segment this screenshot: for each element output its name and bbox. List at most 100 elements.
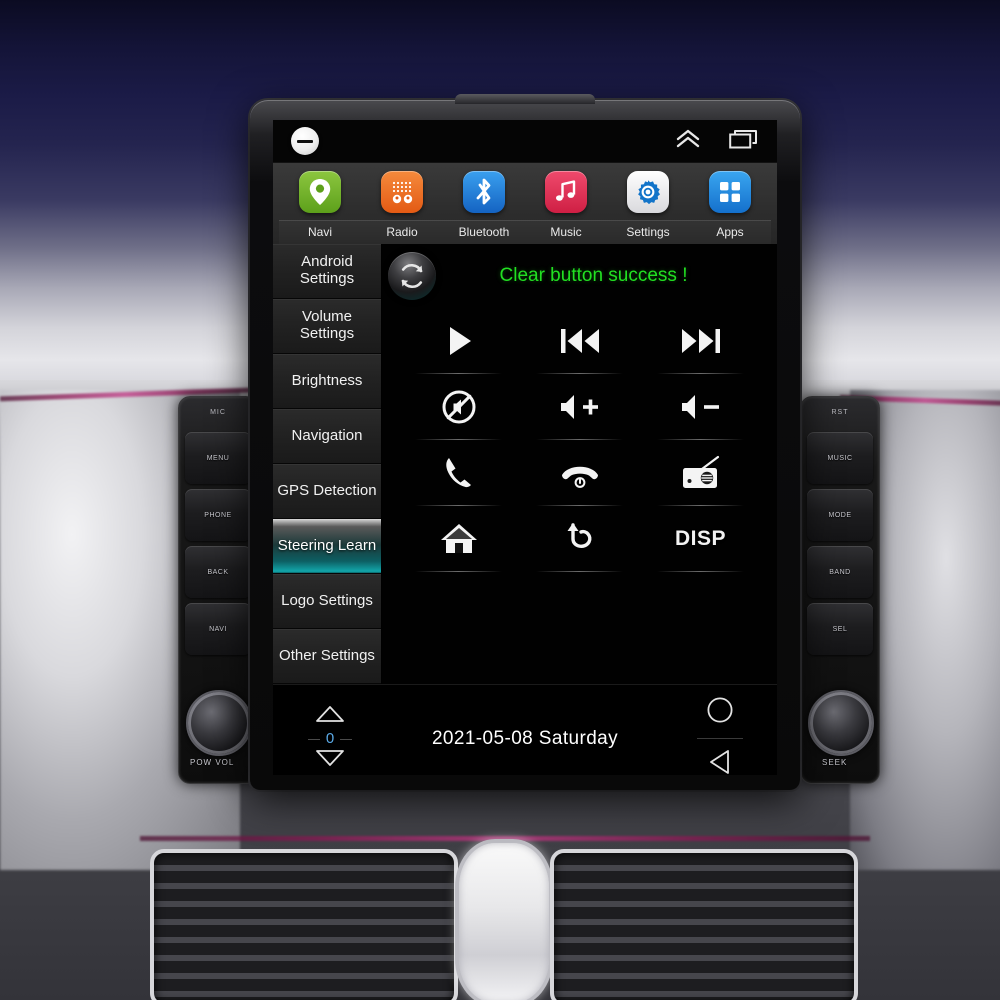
apps-icon-tile xyxy=(709,171,751,213)
hw-button-band[interactable]: BAND xyxy=(807,546,873,598)
minus-circle-icon[interactable] xyxy=(291,127,319,155)
steering-button-disp-label: DISP xyxy=(674,527,726,550)
hw-knob-seek[interactable] xyxy=(808,690,874,756)
sidebar-item-logo-settings[interactable]: Logo Settings xyxy=(273,574,381,629)
hw-button-music[interactable]: MUSIC xyxy=(807,432,873,484)
music-note-icon xyxy=(556,180,576,201)
settings-icon-tile xyxy=(627,171,669,213)
steering-button-back[interactable] xyxy=(519,506,640,572)
app-dock: Navi Radio Bluetooth Music Settings Apps xyxy=(273,162,777,244)
steering-button-disp[interactable]: DISP xyxy=(640,506,761,572)
sidebar-item-volume-settings[interactable]: Volume Settings xyxy=(273,299,381,354)
phone-hangup-icon xyxy=(561,466,598,488)
app-label-music: Music xyxy=(550,225,582,239)
hw-button-navi[interactable]: NAVI xyxy=(185,603,251,655)
value-stepper[interactable]: 0 xyxy=(295,705,365,772)
location-pin-icon xyxy=(309,179,331,205)
toast-row: Clear button success ! xyxy=(382,244,777,308)
navi-icon-tile xyxy=(299,171,341,213)
app-apps[interactable] xyxy=(692,171,768,213)
hw-knob-power-volume[interactable] xyxy=(186,690,252,756)
steering-button-grid: DISP xyxy=(382,308,777,572)
bluetooth-icon-tile xyxy=(463,171,505,213)
sidebar-item-android-settings[interactable]: Android Settings xyxy=(273,244,381,299)
gear-icon xyxy=(638,180,660,205)
steering-button-play[interactable] xyxy=(398,308,519,374)
radio-icon-tile xyxy=(381,171,423,213)
circle-home-icon[interactable] xyxy=(706,696,734,729)
next-track-icon xyxy=(681,329,720,353)
app-label-radio: Radio xyxy=(386,225,418,239)
steering-button-end-call[interactable] xyxy=(519,440,640,506)
steering-button-next[interactable] xyxy=(640,308,761,374)
hw-button-menu[interactable]: MENU xyxy=(185,432,251,484)
app-bluetooth[interactable] xyxy=(446,171,522,213)
hw-button-phone[interactable]: PHONE xyxy=(185,489,251,541)
hw-button-mode[interactable]: MODE xyxy=(807,489,873,541)
volume-up-icon xyxy=(560,395,598,419)
air-vent-left xyxy=(150,849,458,1000)
steering-button-radio[interactable] xyxy=(640,440,761,506)
app-radio[interactable] xyxy=(364,171,440,213)
steering-button-answer-call[interactable] xyxy=(398,440,519,506)
sidebar-item-gps-detection[interactable]: GPS Detection xyxy=(273,464,381,519)
double-chevron-up-icon[interactable] xyxy=(675,129,701,154)
steering-button-volume-down[interactable] xyxy=(640,374,761,440)
music-icon-tile xyxy=(545,171,587,213)
triangle-up-icon[interactable] xyxy=(315,705,345,728)
app-label-apps: Apps xyxy=(716,225,744,239)
toast-message: Clear button success ! xyxy=(499,265,688,286)
app-music[interactable] xyxy=(528,171,604,213)
settings-body: Android Settings Volume Settings Brightn… xyxy=(273,244,777,684)
steering-button-volume-up[interactable] xyxy=(519,374,640,440)
head-unit-bezel: Navi Radio Bluetooth Music Settings Apps… xyxy=(250,100,800,790)
hw-button-back[interactable]: BACK xyxy=(185,546,251,598)
app-dock-icons xyxy=(279,171,771,213)
screenshot-root: MIC MENU PHONE BACK NAVI POW VOL RST MUS… xyxy=(0,0,1000,1000)
sidebar-item-other-settings[interactable]: Other Settings xyxy=(273,629,381,684)
recent-apps-icon[interactable] xyxy=(729,129,759,154)
bluetooth-icon xyxy=(476,178,491,205)
settings-sidebar: Android Settings Volume Settings Brightn… xyxy=(273,244,382,684)
home-icon xyxy=(440,524,477,553)
center-emblem xyxy=(455,839,553,1000)
grid-apps-icon xyxy=(720,182,740,202)
back-arrow-icon xyxy=(567,523,591,548)
app-label-navi: Navi xyxy=(307,225,332,239)
air-vent-right xyxy=(550,849,858,1000)
volume-down-icon xyxy=(681,395,719,419)
bottom-bar: 0 2021-05-08 Saturday xyxy=(273,684,777,775)
app-dock-labels: Navi Radio Bluetooth Music Settings Apps xyxy=(279,220,771,244)
app-navi[interactable] xyxy=(282,171,358,213)
sidebar-item-navigation[interactable]: Navigation xyxy=(273,409,381,464)
nav-controls xyxy=(685,696,755,775)
sidebar-item-brightness[interactable]: Brightness xyxy=(273,354,381,409)
hw-knob-power-volume-label: POW VOL xyxy=(190,758,235,767)
refresh-sync-icon[interactable] xyxy=(388,252,436,300)
radio-icon xyxy=(392,181,413,204)
triangle-left-icon[interactable] xyxy=(708,748,732,775)
triangle-down-icon[interactable] xyxy=(315,749,345,772)
mute-icon xyxy=(442,390,475,424)
play-icon xyxy=(449,327,471,355)
phone-answer-icon xyxy=(445,458,471,488)
app-label-settings: Settings xyxy=(626,225,670,239)
nav-divider xyxy=(697,738,743,739)
touchscreen[interactable]: Navi Radio Bluetooth Music Settings Apps… xyxy=(273,120,777,775)
steering-learn-panel: Clear button success ! DISP xyxy=(382,244,777,684)
status-bar-right xyxy=(675,129,759,154)
app-label-bluetooth: Bluetooth xyxy=(458,225,510,239)
sidebar-item-steering-learn[interactable]: Steering Learn xyxy=(273,519,381,574)
radio-tuner-icon xyxy=(682,455,719,488)
hw-button-sel[interactable]: SEL xyxy=(807,603,873,655)
hw-left-top-label: MIC xyxy=(210,408,226,416)
stepper-value: 0 xyxy=(307,730,354,747)
status-bar xyxy=(273,120,777,162)
app-settings[interactable] xyxy=(610,171,686,213)
previous-track-icon xyxy=(560,329,599,353)
steering-button-home[interactable] xyxy=(398,506,519,572)
steering-button-previous[interactable] xyxy=(519,308,640,374)
status-bar-left xyxy=(291,127,319,155)
steering-button-mute[interactable] xyxy=(398,374,519,440)
datetime-display: 2021-05-08 Saturday xyxy=(431,727,619,749)
